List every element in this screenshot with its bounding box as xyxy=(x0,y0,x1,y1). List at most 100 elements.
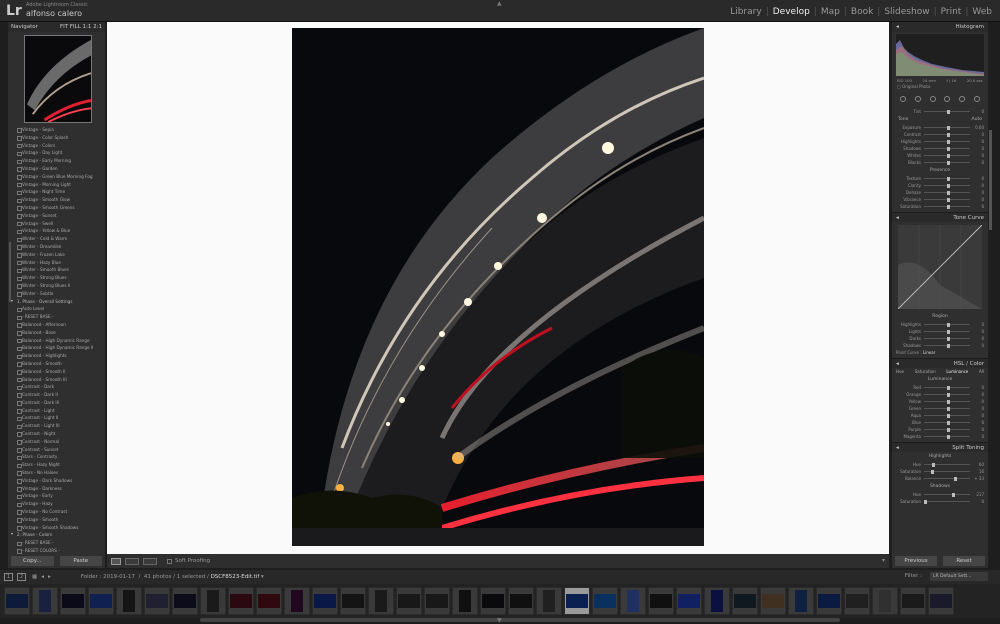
preset-item[interactable]: Balanced - High Dynamic Range II xyxy=(8,344,105,352)
slider-track[interactable] xyxy=(924,336,970,341)
slider-track[interactable] xyxy=(924,329,970,334)
slider-track[interactable] xyxy=(924,125,970,130)
preset-item[interactable]: Stars - Contrasty xyxy=(8,453,105,461)
slider-aqua[interactable]: Aqua 0 xyxy=(892,412,988,419)
slider-track[interactable] xyxy=(924,183,970,188)
preset-item[interactable]: Balanced - Afternoon xyxy=(8,321,105,329)
slider-knob[interactable] xyxy=(924,499,927,504)
secondary-window-2-button[interactable]: 2 xyxy=(17,573,26,581)
collapse-top-arrow-icon[interactable]: ▲ xyxy=(497,0,502,7)
filmstrip-thumbnail[interactable] xyxy=(900,587,926,615)
source-chevron-down-icon[interactable]: ▾ xyxy=(261,574,264,580)
preset-item[interactable]: Vintage - Early Morning xyxy=(8,157,105,165)
point-curve-select[interactable]: Linear xyxy=(923,350,935,355)
filmstrip-thumbnail[interactable] xyxy=(144,587,170,615)
preset-item[interactable]: - RESET BASE - xyxy=(8,313,105,321)
filmstrip-thumbnail[interactable] xyxy=(872,587,898,615)
paste-button[interactable]: Paste xyxy=(59,556,102,566)
filmstrip-thumbnail[interactable] xyxy=(32,587,58,615)
preset-item[interactable]: Contrast - Light II xyxy=(8,414,105,422)
slider-knob[interactable] xyxy=(947,329,950,334)
histogram-collapse-icon[interactable]: ◂ xyxy=(896,24,899,30)
histogram-header[interactable]: ◂ Histogram xyxy=(892,22,988,32)
slider-green[interactable]: Green 0 xyxy=(892,405,988,412)
module-web[interactable]: Web xyxy=(968,7,996,17)
crop-tool-icon[interactable] xyxy=(900,96,907,102)
preset-item[interactable]: Vintage - Sunset xyxy=(8,212,105,220)
preset-item[interactable]: Contrast - Dark xyxy=(8,383,105,391)
collapse-bottom-arrow-icon[interactable]: ▼ xyxy=(497,617,502,624)
toolbar-menu-chevron-down-icon[interactable]: ▾ xyxy=(882,557,885,564)
filmstrip-thumbnail[interactable] xyxy=(564,587,590,615)
slider-vibrance[interactable]: Vibrance 0 xyxy=(892,196,988,203)
tab-all[interactable]: All xyxy=(979,369,984,374)
next-arrow-icon[interactable]: ▸ xyxy=(48,574,51,580)
slider-knob[interactable] xyxy=(947,176,950,181)
slider-texture[interactable]: Texture 0 xyxy=(892,175,988,182)
loupe-view-icon[interactable] xyxy=(111,557,121,565)
soft-proofing-checkbox[interactable] xyxy=(167,558,172,564)
filmstrip-thumbnail[interactable] xyxy=(844,587,870,615)
preset-item[interactable]: Vintage - Smooth Greens xyxy=(8,204,105,212)
slider-knob[interactable] xyxy=(947,132,950,137)
previous-arrow-icon[interactable]: ◂ xyxy=(41,574,44,580)
slider-knob[interactable] xyxy=(947,204,950,209)
slider-knob[interactable] xyxy=(947,336,950,341)
filmstrip-thumbnail[interactable] xyxy=(228,587,254,615)
slider-shadows[interactable]: Shadows 0 xyxy=(892,342,988,349)
preset-item[interactable]: Contrast - Dark III xyxy=(8,399,105,407)
split-toning-collapse-icon[interactable]: ◂ xyxy=(896,445,899,451)
slider-shadows[interactable]: Shadows 0 xyxy=(892,145,988,152)
slider-track[interactable] xyxy=(924,420,970,425)
preset-group[interactable]: 1. Phase - Overall Settings xyxy=(8,297,105,306)
slider-knob[interactable] xyxy=(947,197,950,202)
previous-button[interactable]: Previous xyxy=(895,556,937,566)
slider-knob[interactable] xyxy=(947,406,950,411)
module-print[interactable]: Print xyxy=(937,7,966,17)
slider-track[interactable] xyxy=(924,190,970,195)
preset-item[interactable]: Vintage - Color Splash xyxy=(8,134,105,142)
filmstrip-thumbnail[interactable] xyxy=(452,587,478,615)
radial-filter-icon[interactable] xyxy=(958,96,965,102)
preset-item[interactable]: Balanced - Highlights xyxy=(8,352,105,360)
zoom-2-1[interactable]: 2:1 xyxy=(93,24,102,30)
preset-item[interactable]: Vintage - Smooth xyxy=(8,516,105,524)
filmstrip-thumbnail[interactable] xyxy=(508,587,534,615)
slider-blacks[interactable]: Blacks 0 xyxy=(892,159,988,166)
preset-item[interactable]: Balanced - Smooth II xyxy=(8,368,105,376)
slider-hue[interactable]: Hue 217 xyxy=(892,491,988,498)
slider-track[interactable] xyxy=(924,434,970,439)
navigator-preview[interactable] xyxy=(24,35,92,123)
preset-item[interactable]: Winter - Cold & Warm xyxy=(8,235,105,243)
module-library[interactable]: Library xyxy=(726,7,765,17)
filmstrip-thumbnail[interactable] xyxy=(704,587,730,615)
slider-knob[interactable] xyxy=(947,153,950,158)
slider-track[interactable] xyxy=(924,109,970,114)
preset-item[interactable]: Vintage - Smooth Shadows xyxy=(8,524,105,532)
slider-track[interactable] xyxy=(924,153,970,158)
slider-knob[interactable] xyxy=(931,469,935,474)
secondary-window-1-button[interactable]: 1 xyxy=(4,573,13,581)
slider-track[interactable] xyxy=(924,132,970,137)
preset-item[interactable]: Stars - Hazy Night xyxy=(8,461,105,469)
filmstrip-thumbnail[interactable] xyxy=(928,587,954,615)
slider-knob[interactable] xyxy=(947,190,950,195)
preset-item[interactable]: Balanced - Base xyxy=(8,329,105,337)
before-after-icon[interactable] xyxy=(125,557,139,565)
slider-knob[interactable] xyxy=(951,492,955,497)
slider-track[interactable] xyxy=(924,476,970,481)
point-curve-row[interactable]: Point Curve : Linear xyxy=(892,349,988,356)
slider-knob[interactable] xyxy=(947,183,950,188)
preset-item[interactable]: Contrast - Dark II xyxy=(8,391,105,399)
slider-track[interactable] xyxy=(924,406,970,411)
slider-track[interactable] xyxy=(924,176,970,181)
filmstrip-thumbnail[interactable] xyxy=(816,587,842,615)
adjustment-brush-icon[interactable] xyxy=(973,96,980,102)
filmstrip-thumbnail[interactable] xyxy=(480,587,506,615)
slider-darks[interactable]: Darks 0 xyxy=(892,335,988,342)
preset-item[interactable]: Vintage - Early xyxy=(8,492,105,500)
preset-item[interactable]: Winter - Dreamlike xyxy=(8,243,105,251)
filmstrip-thumbnail[interactable] xyxy=(760,587,786,615)
preset-item[interactable]: Vintage - Green Blue Morning Fog xyxy=(8,173,105,181)
preset-item[interactable]: Vintage - Day Light xyxy=(8,149,105,157)
